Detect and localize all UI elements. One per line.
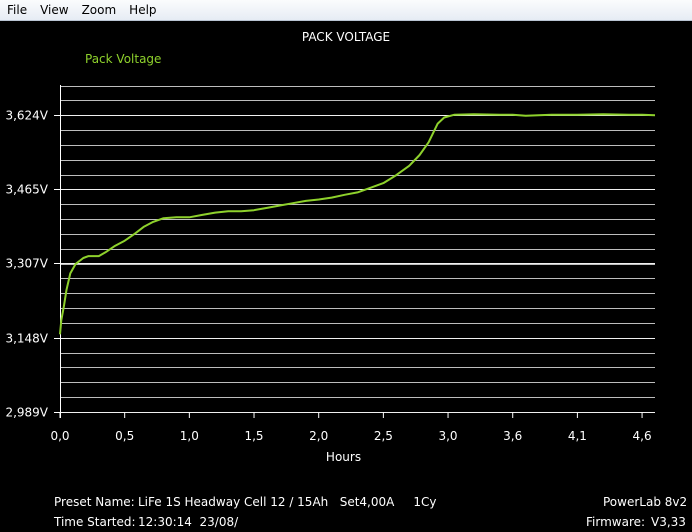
- menu-file[interactable]: File: [0, 0, 34, 20]
- x-tick-label: 1,5: [244, 429, 263, 443]
- x-tick-label: 3,0: [438, 429, 457, 443]
- x-tick-label: 4,6: [633, 429, 652, 443]
- x-tick-label: 1,0: [180, 429, 199, 443]
- y-tick-label: 3,148V: [5, 332, 48, 346]
- series-line: [59, 113, 656, 335]
- x-tick-label: 2,5: [374, 429, 393, 443]
- x-tick-label: 2,0: [309, 429, 328, 443]
- y-tick-label: 3,307V: [5, 257, 48, 271]
- x-tick-label: 4,1: [568, 429, 587, 443]
- time-started-label: Time Started:: [54, 515, 136, 529]
- x-tick-label: 3,6: [503, 429, 522, 443]
- device-name: PowerLab 8v2: [603, 495, 688, 509]
- firmware-value: V3,33: [651, 515, 686, 529]
- time-started-value: 12:30:14 23/08/: [138, 515, 239, 529]
- preset-name-label: Preset Name:: [54, 495, 135, 509]
- x-axis-label: Hours: [326, 450, 361, 464]
- firmware-label: Firmware:: [586, 515, 646, 529]
- menu-view[interactable]: View: [34, 0, 75, 20]
- menu-zoom[interactable]: Zoom: [76, 0, 124, 20]
- y-tick-label: 3,465V: [5, 183, 48, 197]
- menu-help[interactable]: Help: [123, 0, 163, 20]
- x-tick-label: 0,0: [50, 429, 69, 443]
- y-tick-label: 2,989V: [5, 406, 48, 420]
- legend-entry: Pack Voltage: [85, 52, 161, 66]
- voltage-chart: 2,989V 3,148V 3,307V 3,465V 3,624V 0,0 0,5 1,0 1…: [5, 52, 656, 464]
- x-tick-label: 0,5: [115, 429, 134, 443]
- menu-bar: File View Zoom Help: [0, 0, 692, 21]
- preset-name-value: LiFe 1S Headway Cell 12 / 15Ah Set4,00A …: [138, 495, 437, 509]
- y-tick-label: 3,624V: [5, 109, 48, 123]
